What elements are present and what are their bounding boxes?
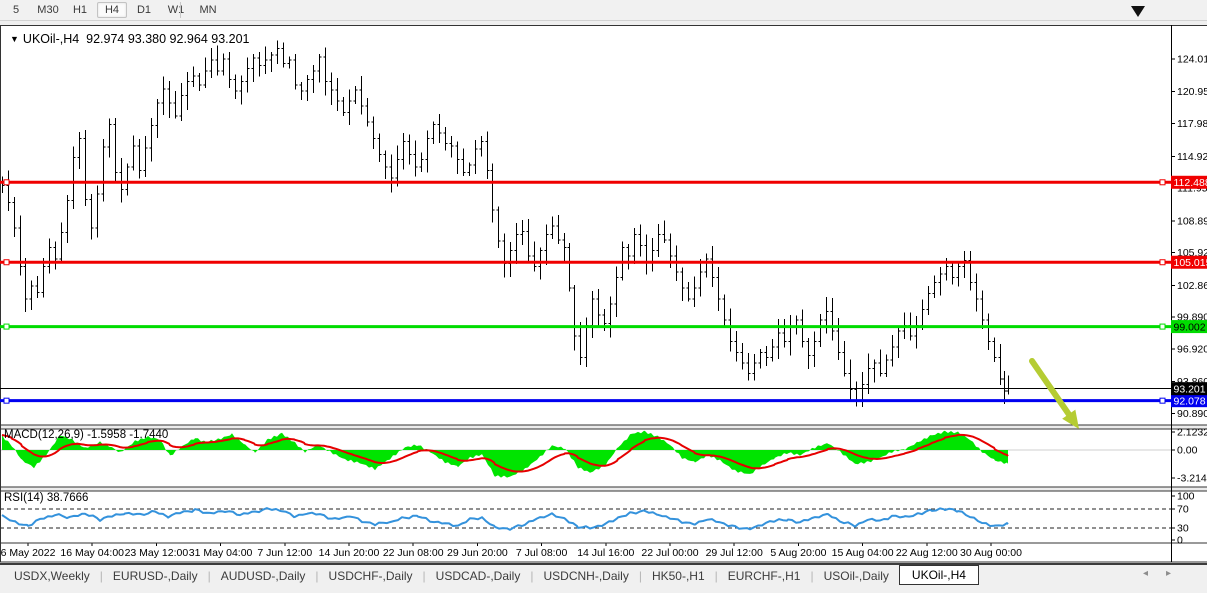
timeframe-button-w1[interactable]: W1 bbox=[161, 2, 191, 18]
rsi-axis-label: 70 bbox=[1177, 504, 1189, 516]
resistance-line-lower-handle[interactable] bbox=[4, 260, 9, 265]
tab-ukoil-h4[interactable]: UKOil-,H4 bbox=[899, 565, 979, 585]
timeframe-button-h4[interactable]: H4 bbox=[97, 2, 127, 18]
toolbar-separator bbox=[180, 2, 181, 18]
rsi-name: RSI(14) bbox=[4, 492, 44, 504]
price-tick-label: 102.860 bbox=[1177, 280, 1207, 292]
macd-axis-label: 2.1232 bbox=[1177, 427, 1207, 439]
rsi-axis-label: 30 bbox=[1177, 523, 1189, 535]
price-tick-label: 90.890 bbox=[1177, 408, 1207, 420]
tab-usdcad-daily[interactable]: USDCAD-,Daily bbox=[426, 568, 531, 584]
timeframe-button-d1[interactable]: D1 bbox=[129, 2, 159, 18]
chart-legend: ▼ UKOil-,H4 92.974 93.380 92.964 93.201 bbox=[10, 32, 250, 46]
macd-axis-label: -3.2148 bbox=[1177, 472, 1207, 484]
symbol-title: UKOil-,H4 bbox=[23, 32, 79, 46]
rsi-axis-label: 0 bbox=[1177, 535, 1183, 547]
date-tick-label: 14 Jun 20:00 bbox=[319, 547, 380, 559]
rsi-value: 38.7666 bbox=[47, 492, 89, 504]
price-tick-label: 108.890 bbox=[1177, 215, 1207, 227]
rsi-indicator-label: RSI(14) 38.7666 bbox=[4, 492, 88, 504]
date-tick-label: 16 May 04:00 bbox=[60, 547, 124, 559]
tabs-scroll-left-icon[interactable]: ◂ bbox=[1143, 568, 1166, 579]
svg-text:93.201: 93.201 bbox=[1174, 383, 1206, 395]
tab-usdchf-daily[interactable]: USDCHF-,Daily bbox=[319, 568, 423, 584]
tab-usdx-weekly[interactable]: USDX,Weekly bbox=[4, 568, 100, 584]
timeframe-button-m30[interactable]: M30 bbox=[33, 2, 63, 18]
tabs-scroll-arrows: ◂▸ bbox=[1143, 568, 1189, 579]
macd-axis-label: 0.00 bbox=[1177, 445, 1198, 457]
date-tick-label: 30 Aug 00:00 bbox=[960, 547, 1022, 559]
date-tick-label: 29 Jun 20:00 bbox=[447, 547, 508, 559]
date-tick-label: 7 Jul 08:00 bbox=[516, 547, 568, 559]
support-line-green-handle[interactable] bbox=[4, 324, 9, 329]
resistance-line-upper-handle[interactable] bbox=[4, 180, 9, 185]
macd-name: MACD(12,26,9) bbox=[4, 429, 84, 441]
tab-usdcnh-daily[interactable]: USDCNH-,Daily bbox=[533, 568, 638, 584]
date-tick-label: 22 Jun 08:00 bbox=[383, 547, 444, 559]
price-tick-label: 124.010 bbox=[1177, 54, 1207, 66]
date-tick-label: 23 May 12:00 bbox=[125, 547, 189, 559]
rsi-axis-label: 100 bbox=[1177, 491, 1195, 503]
chart-shift-icon[interactable] bbox=[1131, 6, 1145, 17]
tab-usoil-daily[interactable]: USOil-,Daily bbox=[814, 568, 899, 584]
date-tick-label: 14 Jul 16:00 bbox=[577, 547, 634, 559]
svg-text:112.488: 112.488 bbox=[1174, 177, 1207, 189]
support-line-green-handle[interactable] bbox=[1160, 324, 1165, 329]
support-line-blue-handle[interactable] bbox=[4, 398, 9, 403]
chart-tabs: USDX,Weekly|EURUSD-,Daily|AUDUSD-,Daily|… bbox=[4, 565, 979, 586]
timeframe-button-5[interactable]: 5 bbox=[1, 2, 31, 18]
price-tick-label: 114.920 bbox=[1177, 151, 1207, 163]
resistance-line-lower-handle[interactable] bbox=[1160, 260, 1165, 265]
date-tick-label: 6 May 2022 bbox=[1, 547, 56, 559]
chart-tabbar: USDX,Weekly|EURUSD-,Daily|AUDUSD-,Daily|… bbox=[0, 563, 1207, 593]
timeframe-button-mn[interactable]: MN bbox=[193, 2, 223, 18]
macd-values: -1.5958 -1.7440 bbox=[87, 429, 168, 441]
tabs-scroll-right-icon[interactable]: ▸ bbox=[1166, 568, 1189, 579]
tab-hk50-h1[interactable]: HK50-,H1 bbox=[642, 568, 715, 584]
timeframe-button-h1[interactable]: H1 bbox=[65, 2, 95, 18]
date-tick-label: 15 Aug 04:00 bbox=[832, 547, 894, 559]
date-tick-label: 7 Jun 12:00 bbox=[257, 547, 312, 559]
date-tick-label: 22 Jul 00:00 bbox=[641, 547, 698, 559]
mt4-window: 5M30H1H4D1W1MN 124.010 120.950 117.980 114.… bbox=[0, 0, 1207, 593]
tab-audusd-daily[interactable]: AUDUSD-,Daily bbox=[211, 568, 316, 584]
resistance-line-upper-handle[interactable] bbox=[1160, 180, 1165, 185]
svg-text:99.002: 99.002 bbox=[1174, 321, 1206, 333]
price-tick-label: 117.980 bbox=[1177, 118, 1207, 130]
tab-eurchf-h1[interactable]: EURCHF-,H1 bbox=[718, 568, 811, 584]
timeframe-buttons: 5M30H1H4D1W1MN bbox=[0, 0, 224, 20]
macd-indicator-label: MACD(12,26,9) -1.5958 -1.7440 bbox=[4, 429, 168, 441]
symbol-dropdown-icon[interactable]: ▼ bbox=[10, 34, 19, 44]
tab-eurusd-daily[interactable]: EURUSD-,Daily bbox=[103, 568, 208, 584]
ohlc-values: 92.974 93.380 92.964 93.201 bbox=[86, 32, 249, 46]
date-tick-label: 31 May 04:00 bbox=[189, 547, 253, 559]
chart-canvas[interactable]: 124.010120.950117.980114.920111.950108.8… bbox=[0, 25, 1207, 563]
svg-text:92.078: 92.078 bbox=[1174, 395, 1206, 407]
price-tick-label: 120.950 bbox=[1177, 86, 1207, 98]
svg-text:105.015: 105.015 bbox=[1174, 257, 1207, 269]
price-tick-label: 96.920 bbox=[1177, 343, 1207, 355]
date-tick-label: 22 Aug 12:00 bbox=[896, 547, 958, 559]
date-tick-label: 29 Jul 12:00 bbox=[706, 547, 763, 559]
chart-region: 124.010120.950117.980114.920111.950108.8… bbox=[0, 25, 1207, 563]
date-tick-label: 5 Aug 20:00 bbox=[770, 547, 826, 559]
support-line-blue-handle[interactable] bbox=[1160, 398, 1165, 403]
timeframe-toolbar: 5M30H1H4D1W1MN bbox=[0, 0, 1207, 21]
